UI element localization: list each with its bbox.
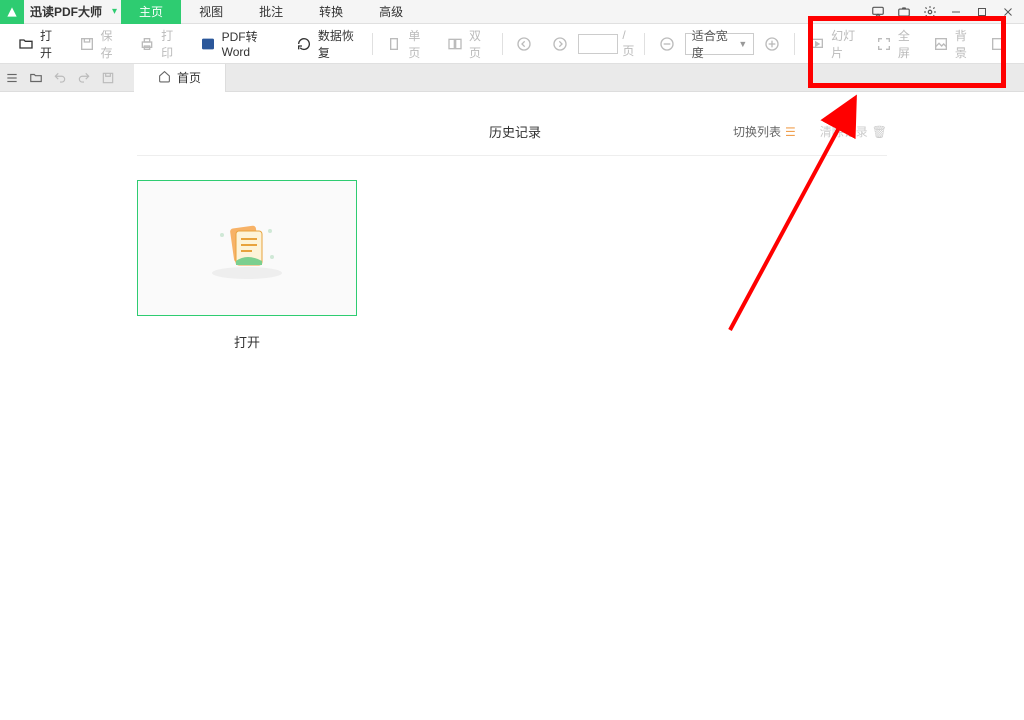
fullscreen-button[interactable]: 全屏 <box>866 24 923 64</box>
menu-bar: 主页 视图 批注 转换 高级 <box>121 0 421 24</box>
word-icon <box>200 36 216 52</box>
switch-list-button[interactable]: 切换列表 ☰ <box>733 123 796 140</box>
chevron-right-icon <box>552 36 568 52</box>
minus-circle-icon <box>659 36 675 52</box>
save-small-icon[interactable] <box>96 64 120 92</box>
background-icon <box>933 36 949 52</box>
menu-view[interactable]: 视图 <box>181 0 241 24</box>
slideshow-button[interactable]: 幻灯片 <box>799 24 866 64</box>
open-icon <box>18 36 34 52</box>
history-title: 历史记录 <box>297 122 733 141</box>
pdf-to-word-button[interactable]: PDF转Word <box>190 24 286 64</box>
print-button[interactable]: 打印 <box>129 24 190 64</box>
pdf-to-word-label: PDF转Word <box>222 28 276 59</box>
slideshow-label: 幻灯片 <box>831 27 856 61</box>
open-card-thumbnail <box>137 180 357 316</box>
menu-home[interactable]: 主页 <box>121 0 181 24</box>
sidebar-toggle-icon[interactable] <box>0 64 24 92</box>
background-label: 背景 <box>955 27 970 61</box>
more-icon <box>990 36 1006 52</box>
slideshow-icon <box>809 36 825 52</box>
recover-label: 数据恢复 <box>318 27 358 61</box>
app-dropdown-icon[interactable]: ▾ <box>108 6 121 17</box>
clear-history-label: 清除记录 <box>820 123 868 140</box>
save-button[interactable]: 保存 <box>69 24 130 64</box>
double-page-icon <box>447 36 463 52</box>
chat-icon[interactable] <box>870 4 886 20</box>
menu-advanced[interactable]: 高级 <box>361 0 421 24</box>
zoom-mode-select[interactable]: 适合宽度 ▼ <box>685 33 754 55</box>
recover-icon <box>296 36 312 52</box>
window-controls <box>870 4 1024 20</box>
single-page-label: 单页 <box>408 27 427 61</box>
page-unit-label: /页 <box>618 28 640 59</box>
toolbar-separator <box>644 33 645 55</box>
single-page-icon <box>386 36 402 52</box>
camera-icon[interactable] <box>896 4 912 20</box>
close-icon[interactable] <box>1000 4 1016 20</box>
list-icon: ☰ <box>785 125 796 139</box>
app-logo <box>0 0 24 24</box>
page-number-input[interactable] <box>578 34 618 54</box>
content-area: 历史记录 切换列表 ☰ 清除记录 🗑 <box>0 92 1024 720</box>
menu-annotate[interactable]: 批注 <box>241 0 301 24</box>
save-icon <box>79 36 95 52</box>
plus-circle-icon <box>764 36 780 52</box>
undo-icon[interactable] <box>48 64 72 92</box>
minimize-icon[interactable] <box>948 4 964 20</box>
folder-icon[interactable] <box>24 64 48 92</box>
open-label: 打开 <box>40 27 59 61</box>
open-card[interactable]: 打开 <box>137 180 357 351</box>
background-button[interactable]: 背景 <box>923 24 980 64</box>
prev-page-button[interactable] <box>506 24 542 64</box>
double-page-label: 双页 <box>469 27 488 61</box>
double-page-button[interactable]: 双页 <box>437 24 498 64</box>
chevron-left-icon <box>516 36 532 52</box>
toolbar-separator <box>502 33 503 55</box>
tab-home[interactable]: 首页 <box>134 64 226 92</box>
cards-row: 打开 <box>137 156 887 375</box>
history-header: 历史记录 切换列表 ☰ 清除记录 🗑 <box>137 108 887 156</box>
app-name: 迅读PDF大师 <box>24 3 108 20</box>
menu-convert[interactable]: 转换 <box>301 0 361 24</box>
title-bar: 迅读PDF大师 ▾ 主页 视图 批注 转换 高级 <box>0 0 1024 24</box>
zoom-in-button[interactable] <box>754 24 790 64</box>
single-page-button[interactable]: 单页 <box>376 24 437 64</box>
gear-icon[interactable] <box>922 4 938 20</box>
home-icon <box>158 70 171 86</box>
toolbar-separator <box>372 33 373 55</box>
main-toolbar: 打开 保存 打印 PDF转Word 数据恢复 单页 双页 <box>0 24 1024 64</box>
open-card-label: 打开 <box>234 332 260 351</box>
chevron-down-icon: ▼ <box>738 39 747 49</box>
print-icon <box>139 36 155 52</box>
redo-icon[interactable] <box>72 64 96 92</box>
save-label: 保存 <box>101 27 120 61</box>
fullscreen-icon <box>876 36 892 52</box>
tab-home-label: 首页 <box>177 69 201 86</box>
trash-icon: 🗑 <box>872 125 887 139</box>
switch-list-label: 切换列表 <box>733 123 781 140</box>
clear-history-button[interactable]: 清除记录 🗑 <box>820 123 887 140</box>
zoom-mode-label: 适合宽度 <box>692 27 733 61</box>
zoom-out-button[interactable] <box>649 24 685 64</box>
maximize-icon[interactable] <box>974 4 990 20</box>
data-recover-button[interactable]: 数据恢复 <box>286 24 368 64</box>
fullscreen-label: 全屏 <box>898 27 913 61</box>
print-label: 打印 <box>161 27 180 61</box>
toolbar-separator <box>794 33 795 55</box>
tab-bar: 首页 <box>0 64 1024 92</box>
next-page-button[interactable] <box>542 24 578 64</box>
more-button[interactable] <box>980 24 1016 64</box>
open-button[interactable]: 打开 <box>8 24 69 64</box>
